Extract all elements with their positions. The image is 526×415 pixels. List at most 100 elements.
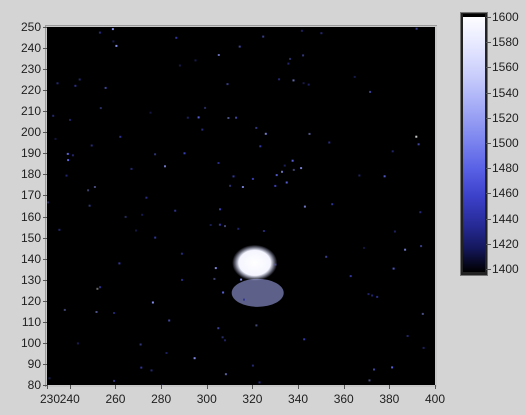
- noise-speckle: [224, 225, 226, 228]
- y-tick-mark: [43, 69, 47, 71]
- x-tick-label: 400: [424, 392, 446, 406]
- y-tick-mark: [43, 153, 47, 155]
- colorbar-tick-label: 1540: [492, 85, 519, 100]
- noise-speckle: [307, 83, 310, 86]
- y-tick-mark: [43, 279, 47, 281]
- noise-speckle: [175, 36, 178, 39]
- noise-speckle: [149, 111, 152, 114]
- y-tick-label: 180: [20, 167, 41, 182]
- colorbar-tick-label: 1560: [492, 60, 519, 75]
- colorbar-tick-mark: [486, 42, 491, 44]
- noise-speckle: [104, 86, 107, 89]
- x-tick-mark: [252, 385, 254, 389]
- noise-speckle: [165, 352, 168, 354]
- beam-core: [232, 244, 278, 281]
- noise-speckle: [255, 126, 258, 129]
- noise-speckle: [112, 40, 115, 43]
- y-tick-mark: [43, 321, 47, 323]
- noise-speckle: [392, 267, 395, 270]
- x-tick-mark: [343, 385, 345, 389]
- noise-speckle: [406, 335, 409, 337]
- y-tick-mark: [43, 363, 47, 365]
- noise-speckle: [209, 224, 212, 226]
- y-tick-mark: [43, 300, 47, 302]
- noise-speckle: [302, 54, 305, 57]
- noise-speckle: [391, 366, 394, 369]
- noise-speckle: [259, 145, 262, 148]
- noise-speckle: [369, 90, 372, 93]
- noise-speckle: [421, 312, 424, 315]
- x-tick-label: 280: [151, 392, 172, 406]
- colorbar-tick-label: 1580: [492, 35, 519, 50]
- y-tick-mark: [43, 90, 47, 92]
- x-tick-mark: [115, 385, 117, 389]
- colorbar-tick-label: 1460: [492, 186, 519, 201]
- y-tick-label: 220: [20, 83, 41, 98]
- x-tick-mark: [69, 385, 71, 389]
- y-tick-mark: [43, 174, 47, 176]
- colorbar-tick-mark: [486, 117, 491, 119]
- noise-speckle: [178, 64, 181, 67]
- noise-speckle: [258, 381, 261, 384]
- noise-speckle: [300, 29, 303, 32]
- noise-speckle: [193, 357, 196, 360]
- y-tick-mark: [43, 48, 47, 50]
- noise-speckle: [87, 189, 90, 192]
- noise-speckle: [186, 116, 189, 119]
- noise-speckle: [74, 84, 77, 87]
- noise-speckle: [251, 364, 254, 367]
- y-tick-label: 130: [20, 272, 41, 287]
- noise-speckle: [95, 311, 98, 313]
- noise-speckle: [181, 278, 183, 281]
- colorbar-top-marker[interactable]: [463, 14, 485, 17]
- noise-speckle: [164, 165, 166, 168]
- y-tick-mark: [43, 195, 47, 197]
- intensity-image: [47, 27, 425, 385]
- noise-speckle: [219, 208, 221, 211]
- x-tick-mark: [47, 385, 48, 389]
- noise-speckle: [194, 59, 197, 62]
- noise-speckle: [197, 116, 200, 119]
- y-tick-label: 100: [20, 335, 41, 350]
- noise-speckle: [371, 294, 374, 297]
- noise-speckle: [99, 107, 102, 110]
- noise-speckle: [217, 327, 220, 330]
- noise-speckle: [391, 150, 394, 153]
- noise-speckle: [224, 373, 227, 376]
- colorbar[interactable]: [463, 14, 485, 272]
- intensity-graph[interactable]: [47, 27, 435, 385]
- noise-speckle: [367, 293, 370, 296]
- noise-speckle: [393, 230, 396, 233]
- colorbar-tick-mark: [486, 193, 491, 195]
- noise-speckle: [145, 196, 148, 199]
- x-tick-label: 360: [333, 392, 354, 406]
- y-tick-mark: [43, 111, 47, 113]
- noise-speckle: [419, 211, 422, 214]
- y-tick-label: 160: [20, 209, 41, 224]
- noise-speckle: [303, 205, 306, 208]
- noise-speckle: [349, 275, 352, 278]
- colorbar-tick-label: 1440: [492, 211, 519, 226]
- noise-speckle: [56, 82, 59, 85]
- x-tick-label: 240: [59, 392, 80, 406]
- noise-speckle: [221, 336, 224, 339]
- noise-speckle: [302, 82, 305, 85]
- noise-speckle: [358, 174, 361, 177]
- y-tick-mark: [43, 342, 47, 344]
- y-tick-label: 200: [20, 125, 41, 140]
- noise-speckle: [417, 143, 420, 146]
- colorbar-tick-mark: [486, 269, 491, 270]
- noise-speckle: [368, 379, 371, 382]
- y-tick-label: 90: [27, 356, 41, 371]
- noise-speckle: [328, 141, 331, 144]
- y-tick-label: 140: [20, 251, 41, 266]
- noise-speckle: [227, 117, 230, 119]
- noise-speckle: [150, 369, 153, 372]
- noise-speckle: [201, 128, 204, 131]
- noise-speckle: [415, 135, 418, 138]
- noise-speckle: [99, 286, 101, 289]
- x-tick-mark: [389, 385, 391, 389]
- noise-speckle: [237, 227, 240, 230]
- noise-speckle: [115, 44, 118, 47]
- x-tick-mark: [206, 385, 208, 389]
